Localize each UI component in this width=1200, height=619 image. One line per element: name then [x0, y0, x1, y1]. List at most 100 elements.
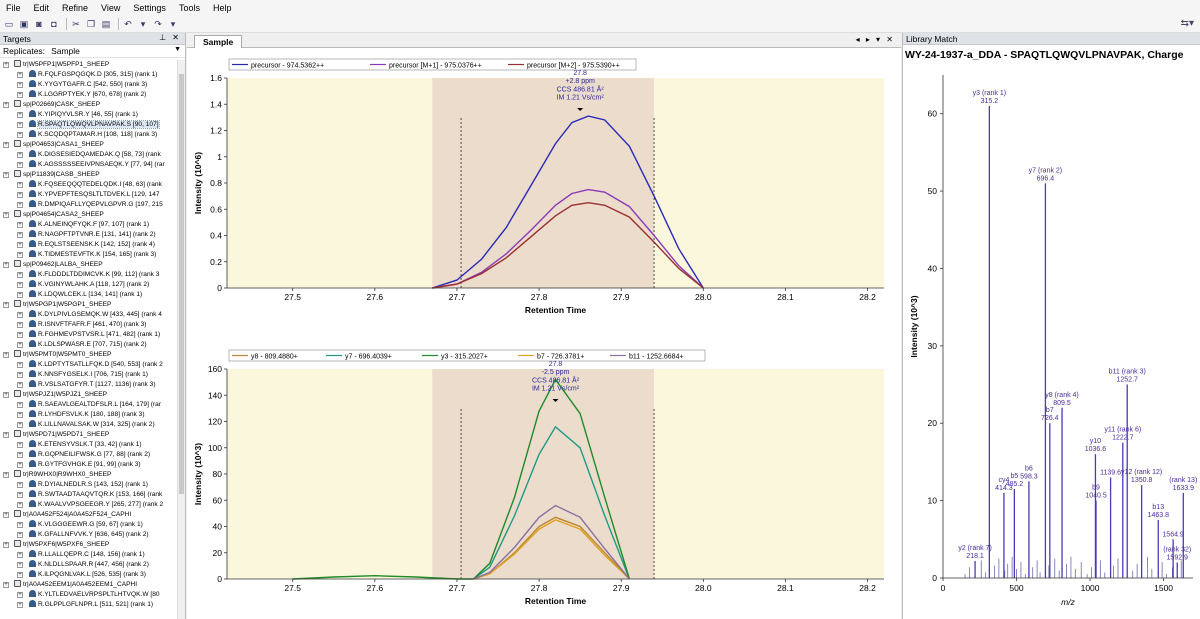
scrollbar-thumb[interactable]: [179, 74, 184, 494]
expand-icon[interactable]: +: [17, 222, 23, 228]
tree-peptide-node[interactable]: + K.SCQDQPTAMAR.H [108, 118] (rank 3): [0, 130, 178, 140]
tree-peptide-node[interactable]: + K.NNSFYGSELK.I [706, 715] (rank 1): [0, 370, 178, 380]
tree-protein-node[interactable]: + tr|W5PD71|W5PD71_SHEEP: [0, 430, 178, 440]
tree-peptide-node[interactable]: + R.EQLSTSEENSK.K [142, 152] (rank 4): [0, 240, 178, 250]
tree-peptide-node[interactable]: + R.SPAQTLQWQVLPNAVPAK.S [90, 107]: [0, 120, 178, 130]
expand-icon[interactable]: +: [17, 132, 23, 138]
tree-protein-node[interactable]: + sp|P04653|CASA1_SHEEP: [0, 140, 178, 150]
tree-peptide-node[interactable]: + K.FLDDDLTDDIMCVK.K [99, 112] (rank 3: [0, 270, 178, 280]
tree-peptide-node[interactable]: + K.LDLSPWASR.E [707, 715] (rank 2): [0, 340, 178, 350]
expand-icon[interactable]: +: [17, 552, 23, 558]
expand-icon[interactable]: +: [17, 562, 23, 568]
undo-icon[interactable]: ↶: [122, 18, 134, 30]
menu-edit[interactable]: Edit: [34, 3, 50, 13]
replicates-select[interactable]: Sample ▼: [51, 46, 185, 56]
expand-icon[interactable]: +: [17, 592, 23, 598]
expand-icon[interactable]: +: [17, 162, 23, 168]
tree-peptide-node[interactable]: + R.LYHDFSVLK.K [180, 188] (rank 3): [0, 410, 178, 420]
new-file-icon[interactable]: ▭: [3, 18, 15, 30]
open-folder-icon[interactable]: ▣: [18, 18, 30, 30]
tree-peptide-node[interactable]: + R.DYIALNEDLR.S [143, 152] (rank 1): [0, 480, 178, 490]
expand-icon[interactable]: +: [17, 372, 23, 378]
expand-icon[interactable]: +: [17, 272, 23, 278]
tree-peptide-node[interactable]: + R.NAGPFTPTVNR.E [131, 141] (rank 2): [0, 230, 178, 240]
tree-peptide-node[interactable]: + K.GFALLNFVVK.Y [636, 645] (rank 2): [0, 530, 178, 540]
expand-icon[interactable]: +: [17, 502, 23, 508]
tree-peptide-node[interactable]: + K.VLGGGEEWR.G [59, 67] (rank 1): [0, 520, 178, 530]
tree-peptide-node[interactable]: + R.VSLSATGFYR.T [1127, 1136] (rank 3): [0, 380, 178, 390]
expand-icon[interactable]: +: [17, 72, 23, 78]
expand-icon[interactable]: +: [3, 582, 9, 588]
tree-protein-node[interactable]: + sp|P02669|CASK_SHEEP: [0, 100, 178, 110]
expand-icon[interactable]: +: [17, 242, 23, 248]
chevron-down-icon[interactable]: ▼: [174, 46, 181, 53]
expand-icon[interactable]: +: [17, 202, 23, 208]
tree-peptide-node[interactable]: + K.LILLNAVALSAK.W [314, 325] (rank 2): [0, 420, 178, 430]
expand-icon[interactable]: +: [17, 482, 23, 488]
tree-protein-node[interactable]: + tr|W5PXF6|W5PXF6_SHEEP: [0, 540, 178, 550]
tree-peptide-node[interactable]: + R.LLALLQEPR.C [148, 156] (rank 1): [0, 550, 178, 560]
tree-protein-node[interactable]: + tr|W5PFP1|W5PFP1_SHEEP: [0, 60, 178, 70]
expand-icon[interactable]: +: [3, 142, 9, 148]
expand-icon[interactable]: +: [17, 182, 23, 188]
expand-icon[interactable]: +: [17, 192, 23, 198]
expand-icon[interactable]: +: [17, 532, 23, 538]
expand-icon[interactable]: +: [3, 262, 9, 268]
expand-icon[interactable]: +: [17, 312, 23, 318]
tree-protein-node[interactable]: + tr|R9WHX0|R9WHX0_SHEEP: [0, 470, 178, 480]
tree-protein-node[interactable]: + tr|W5PGP1|W5PGP1_SHEEP: [0, 300, 178, 310]
tab-sample[interactable]: Sample: [194, 35, 243, 48]
expand-icon[interactable]: +: [17, 152, 23, 158]
tree-peptide-node[interactable]: + K.WAALVVPSGEEGR.Y [265, 277] (rank 2: [0, 500, 178, 510]
tree-peptide-node[interactable]: + K.LDPTYTSATLLFQK.D [540, 553] (rank 2: [0, 360, 178, 370]
menu-refine[interactable]: Refine: [62, 3, 88, 13]
expand-icon[interactable]: +: [3, 352, 9, 358]
expand-icon[interactable]: +: [3, 472, 9, 478]
tree-peptide-node[interactable]: + R.FQLFGSPQGQK.D [305, 315] (rank 1): [0, 70, 178, 80]
expand-icon[interactable]: +: [17, 122, 23, 128]
targets-tree[interactable]: + tr|W5PFP1|W5PFP1_SHEEP + R.FQLFGSPQGQK.D …: [0, 60, 178, 619]
menu-settings[interactable]: Settings: [133, 3, 166, 13]
paste-icon[interactable]: ▤: [100, 18, 112, 30]
expand-icon[interactable]: +: [3, 62, 9, 68]
expand-icon[interactable]: +: [17, 282, 23, 288]
tree-peptide-node[interactable]: + R.GQPNEILIFWSK.G [77, 88] (rank 2): [0, 450, 178, 460]
expand-icon[interactable]: +: [3, 102, 9, 108]
expand-icon[interactable]: +: [17, 422, 23, 428]
redo-icon[interactable]: ↷: [152, 18, 164, 30]
expand-icon[interactable]: +: [3, 432, 9, 438]
tree-peptide-node[interactable]: + R.SAEAVLGEALTDFSLR.L [164, 179] (rar: [0, 400, 178, 410]
expand-icon[interactable]: +: [17, 462, 23, 468]
tree-protein-node[interactable]: + sp|P04654|CASA2_SHEEP: [0, 210, 178, 220]
tree-peptide-node[interactable]: + K.NLDLLSPAAR.R [447, 456] (rank 2): [0, 560, 178, 570]
expand-icon[interactable]: +: [17, 442, 23, 448]
expand-icon[interactable]: +: [17, 382, 23, 388]
expand-icon[interactable]: +: [3, 172, 9, 178]
pin-close-icon[interactable]: ⊥ ✕: [159, 33, 181, 42]
tree-peptide-node[interactable]: + K.YPVEPFTESQSLTLTDVEK.L [129, 147: [0, 190, 178, 200]
menu-help[interactable]: Help: [213, 3, 232, 13]
save-all-icon[interactable]: ◘: [48, 18, 60, 30]
cut-icon[interactable]: ✂: [70, 18, 82, 30]
tree-protein-node[interactable]: + sp|P09462|LALBA_SHEEP: [0, 260, 178, 270]
tree-peptide-node[interactable]: + K.FQSEEQQQTEDELQDK.I [48, 63] (rank: [0, 180, 178, 190]
expand-icon[interactable]: +: [17, 452, 23, 458]
redo-dropdown-icon[interactable]: ▾: [167, 18, 179, 30]
tree-peptide-node[interactable]: + R.SWTAADTAAQVTQR.K [153, 166] (rank: [0, 490, 178, 500]
expand-icon[interactable]: +: [17, 252, 23, 258]
tree-peptide-node[interactable]: + K.LDQWLCEK.L [134, 141] (rank 1): [0, 290, 178, 300]
expand-icon[interactable]: +: [17, 232, 23, 238]
tree-peptide-node[interactable]: + K.ALNEINQFYQK.F [97, 107] (rank 1): [0, 220, 178, 230]
tree-protein-node[interactable]: + tr|W5PMT0|W5PMT0_SHEEP: [0, 350, 178, 360]
tree-peptide-node[interactable]: + K.DYLPIVLGSEMQK.W [433, 445] (rank 4: [0, 310, 178, 320]
sync-icon[interactable]: ⇆▾: [1181, 18, 1194, 29]
expand-icon[interactable]: +: [17, 572, 23, 578]
menu-tools[interactable]: Tools: [179, 3, 200, 13]
expand-icon[interactable]: +: [17, 292, 23, 298]
expand-icon[interactable]: +: [17, 402, 23, 408]
tree-peptide-node[interactable]: + K.ILPQGNLVAK.L [526, 535] (rank 3): [0, 570, 178, 580]
undo-dropdown-icon[interactable]: ▾: [137, 18, 149, 30]
expand-icon[interactable]: +: [3, 392, 9, 398]
expand-icon[interactable]: +: [17, 322, 23, 328]
tree-peptide-node[interactable]: + K.VGINYWLAHK.A [118, 127] (rank 2): [0, 280, 178, 290]
